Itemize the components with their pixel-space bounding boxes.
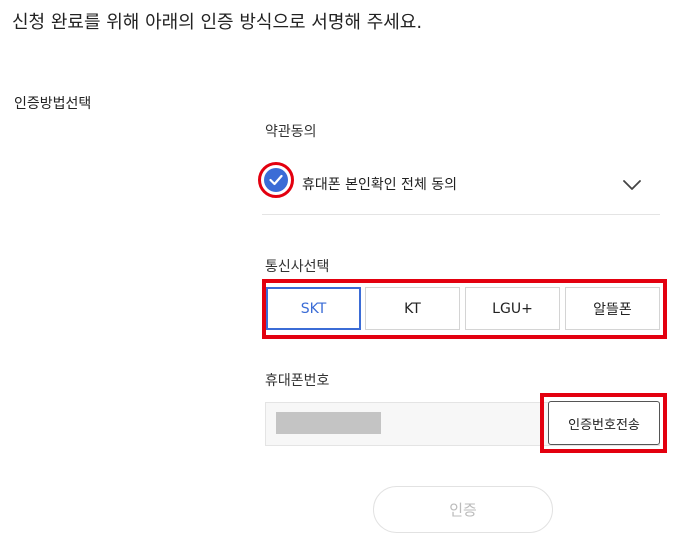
signature-page: 신청 완료를 위해 아래의 인증 방식으로 서명해 주세요. 인증방법선택 약관… [0,0,690,552]
check-icon [269,174,283,186]
terms-agree-label: 휴대폰 본인확인 전체 동의 [302,177,458,193]
instruction-text: 신청 완료를 위해 아래의 인증 방식으로 서명해 주세요. [12,12,423,33]
phone-label: 휴대폰번호 [265,373,330,389]
auth-method-section-label: 인증방법선택 [14,96,92,112]
carrier-option-skt[interactable]: SKT [266,287,361,330]
terms-agree-checkbox[interactable] [264,168,288,192]
send-code-button[interactable]: 인증번호전송 [548,401,660,445]
chevron-down-icon[interactable] [622,176,642,195]
carrier-label: 통신사선택 [265,259,330,275]
masked-phone-number [276,412,381,434]
verify-button[interactable]: 인증 [373,486,553,533]
terms-label: 약관동의 [265,124,317,140]
carrier-option-mvno[interactable]: 알뜰폰 [565,287,660,330]
carrier-option-lgu[interactable]: LGU+ [465,287,560,330]
carrier-option-kt[interactable]: KT [365,287,460,330]
